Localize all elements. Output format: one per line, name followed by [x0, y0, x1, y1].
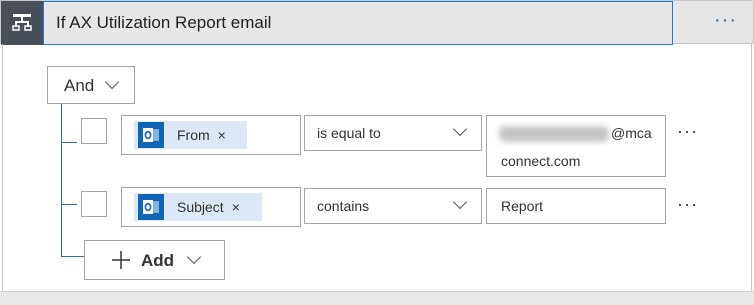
- row-2-operator-dropdown[interactable]: contains: [304, 188, 482, 224]
- row-1-field-token[interactable]: From ×: [134, 121, 247, 149]
- condition-title: If AX Utilization Report email: [56, 13, 272, 32]
- row-2-operator-label: contains: [317, 198, 370, 214]
- row-1-value-input[interactable]: @mca connect.com: [486, 115, 666, 177]
- add-button-label: Add: [141, 251, 175, 270]
- redacted-text: [499, 126, 609, 142]
- outlook-icon: [138, 122, 164, 148]
- group-operator-dropdown[interactable]: And: [47, 66, 135, 104]
- condition-title-field[interactable]: If AX Utilization Report email: [43, 1, 673, 45]
- tree-branch: [61, 256, 84, 257]
- condition-card: If AX Utilization Report email ··· And F…: [0, 0, 754, 305]
- chevron-down-icon: [452, 121, 468, 137]
- row-2-field-input[interactable]: Subject ×: [121, 187, 301, 227]
- tree-branch: [61, 204, 77, 205]
- row-2-checkbox[interactable]: [81, 191, 107, 217]
- condition-icon: [1, 1, 43, 45]
- chevron-down-icon: [452, 194, 468, 210]
- condition-header: If AX Utilization Report email ···: [0, 0, 754, 45]
- plus-icon: [111, 247, 131, 275]
- row-1-operator-label: is equal to: [317, 125, 381, 141]
- row-1-value-line2: connect.com: [501, 153, 581, 169]
- row-1-operator-dropdown[interactable]: is equal to: [304, 115, 482, 151]
- header-more-menu[interactable]: ···: [714, 9, 737, 32]
- outlook-icon: [138, 194, 164, 220]
- row-1-checkbox[interactable]: [81, 118, 107, 144]
- remove-token-icon[interactable]: ×: [232, 199, 240, 215]
- row-2-value-input[interactable]: Report: [486, 188, 666, 224]
- remove-token-icon[interactable]: ×: [218, 127, 226, 143]
- tree-branch: [61, 142, 77, 143]
- chevron-down-icon: [104, 74, 120, 90]
- row-1-token-label: From: [177, 127, 210, 143]
- tree-line: [61, 104, 62, 256]
- row-2-value: Report: [501, 198, 544, 214]
- chevron-down-icon: [186, 249, 202, 265]
- row-1-field-input[interactable]: From ×: [121, 115, 301, 155]
- row-1-more-menu[interactable]: ···: [677, 121, 698, 142]
- add-condition-button[interactable]: Add: [84, 240, 225, 280]
- card-footer-bar: [0, 291, 754, 305]
- row-2-field-token[interactable]: Subject ×: [134, 193, 262, 221]
- group-operator-label: And: [64, 76, 95, 95]
- row-2-token-label: Subject: [177, 199, 224, 215]
- row-2-more-menu[interactable]: ···: [677, 194, 698, 215]
- row-1-value-suffix: @mca: [611, 125, 652, 141]
